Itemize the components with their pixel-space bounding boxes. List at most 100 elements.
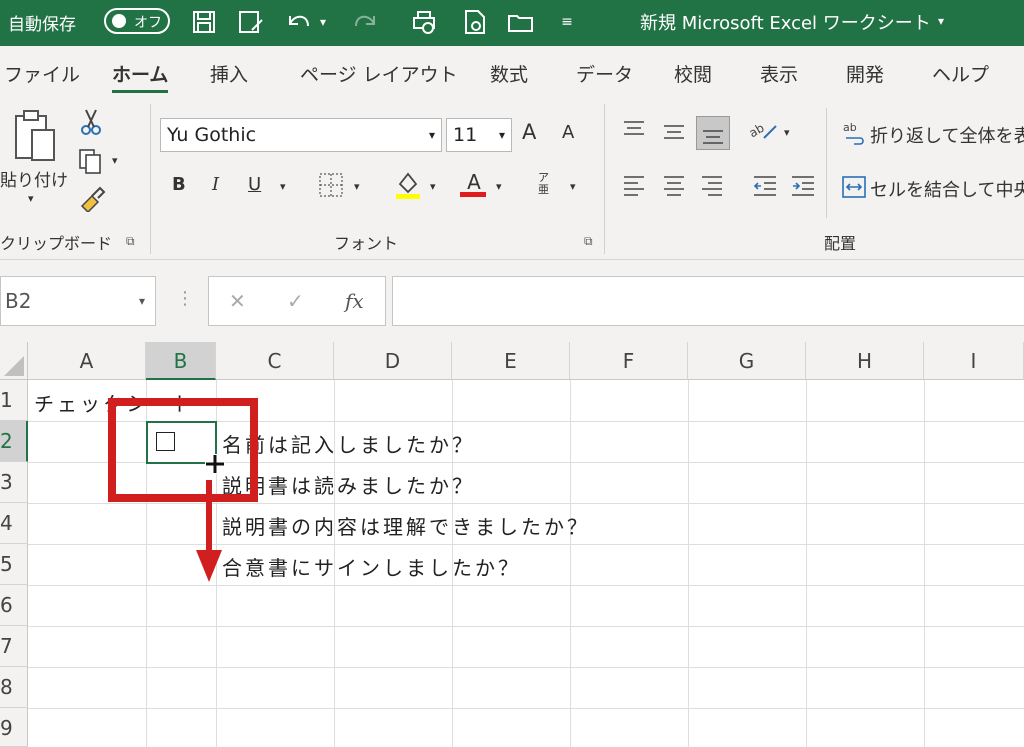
fill-color-icon[interactable] <box>394 170 422 205</box>
paste-dropdown-icon[interactable]: ▾ <box>28 192 34 205</box>
tab-review[interactable]: 校閲 <box>674 60 712 87</box>
align-bottom-icon[interactable] <box>696 116 730 150</box>
clipboard-launcher-icon[interactable]: ⧉ <box>126 234 135 249</box>
copy-dropdown-icon[interactable]: ▾ <box>112 154 118 167</box>
customize-qat-icon[interactable]: ≡ <box>556 8 578 36</box>
fill-color-dropdown-icon[interactable]: ▾ <box>430 180 436 193</box>
bold-button[interactable]: B <box>172 174 186 195</box>
gridline <box>28 626 1024 627</box>
autosave-toggle[interactable]: オフ <box>104 8 170 34</box>
font-name-dropdown-icon[interactable]: ▾ <box>429 119 435 151</box>
decrease-indent-icon[interactable] <box>752 174 778 201</box>
column-header-b[interactable]: B <box>146 342 216 380</box>
save-as-icon[interactable] <box>238 8 266 36</box>
undo-icon[interactable] <box>284 8 314 36</box>
align-middle-icon[interactable] <box>662 122 686 147</box>
row-header-8[interactable]: 8 <box>0 667 28 708</box>
tab-view[interactable]: 表示 <box>760 60 798 87</box>
merge-center-icon[interactable] <box>842 176 866 203</box>
paste-label[interactable]: 貼り付け <box>0 166 68 191</box>
clipboard-group-label: クリップボード <box>0 234 113 253</box>
undo-dropdown-icon[interactable]: ▾ <box>316 8 330 36</box>
save-icon[interactable] <box>192 8 220 36</box>
font-size-box[interactable]: 11 ▾ <box>446 118 512 152</box>
column-header-a[interactable]: A <box>28 342 146 380</box>
title-dropdown-icon[interactable]: ▾ <box>938 14 944 28</box>
name-box[interactable]: B2 ▾ <box>0 276 156 326</box>
tab-developer[interactable]: 開発 <box>846 60 884 87</box>
increase-indent-icon[interactable] <box>790 174 816 201</box>
font-size-dropdown-icon[interactable]: ▾ <box>499 119 505 151</box>
grow-font-icon[interactable]: A <box>522 120 536 144</box>
underline-button[interactable]: U <box>248 174 261 195</box>
align-top-icon[interactable] <box>622 120 646 145</box>
shrink-font-icon[interactable]: A <box>562 122 574 143</box>
gridline <box>924 380 925 747</box>
tab-formulas[interactable]: 数式 <box>490 60 528 87</box>
formula-input[interactable] <box>392 276 1024 326</box>
borders-icon[interactable] <box>318 172 344 203</box>
phonetic-guide-icon[interactable]: ア亜 <box>538 172 552 196</box>
font-size-value: 11 <box>453 124 478 146</box>
name-box-dropdown-icon[interactable]: ▾ <box>139 277 145 325</box>
orientation-dropdown-icon[interactable]: ▾ <box>784 126 790 139</box>
copy-icon[interactable] <box>78 148 104 179</box>
italic-button[interactable]: I <box>212 174 219 195</box>
column-header-e[interactable]: E <box>452 342 570 380</box>
wrap-text-label[interactable]: 折り返して全体を表 <box>870 122 1024 148</box>
cell-c2[interactable]: 名前は記入しましたか？ <box>222 429 475 458</box>
column-header-h[interactable]: H <box>806 342 924 380</box>
row-header-6[interactable]: 6 <box>0 585 28 626</box>
tab-insert[interactable]: 挿入 <box>210 60 248 87</box>
font-name-box[interactable]: Yu Gothic ▾ <box>160 118 442 152</box>
column-header-c[interactable]: C <box>216 342 334 380</box>
align-left-icon[interactable] <box>622 174 646 201</box>
autosave-state: オフ <box>134 15 162 31</box>
open-folder-icon[interactable] <box>506 8 536 36</box>
cell-c5[interactable]: 合意書にサインしましたか？ <box>222 552 521 581</box>
font-color-dropdown-icon[interactable]: ▾ <box>496 180 502 193</box>
row-header-2[interactable]: 2 <box>0 421 28 462</box>
tab-page-layout[interactable]: ページ レイアウト <box>300 60 458 87</box>
column-header-d[interactable]: D <box>334 342 452 380</box>
insert-function-icon[interactable]: fx <box>345 289 364 313</box>
quick-print-icon[interactable] <box>410 8 440 36</box>
merge-center-label[interactable]: セルを結合して中央 <box>870 176 1024 202</box>
row-header-7[interactable]: 7 <box>0 626 28 667</box>
cancel-icon[interactable]: ✕ <box>229 289 246 313</box>
row-header-1[interactable]: 1 <box>0 380 28 421</box>
gridline <box>28 544 1024 545</box>
cut-icon[interactable] <box>80 108 102 141</box>
font-launcher-icon[interactable]: ⧉ <box>584 234 593 249</box>
font-color-icon[interactable]: A <box>460 170 488 197</box>
cell-c4[interactable]: 説明書の内容は理解できましたか？ <box>222 511 590 540</box>
tab-data[interactable]: データ <box>576 60 633 87</box>
paste-icon[interactable] <box>12 108 58 171</box>
tab-home[interactable]: ホーム <box>112 60 168 87</box>
column-header-f[interactable]: F <box>570 342 688 380</box>
row-header-5[interactable]: 5 <box>0 544 28 585</box>
borders-dropdown-icon[interactable]: ▾ <box>354 180 360 193</box>
align-right-icon[interactable] <box>700 174 724 201</box>
row-header-9[interactable]: 9 <box>0 708 28 747</box>
tab-help[interactable]: ヘルプ <box>932 60 989 87</box>
svg-text:ab: ab <box>843 121 857 134</box>
formula-bar-grip-icon[interactable]: ⋮ <box>176 288 194 309</box>
row-header-4[interactable]: 4 <box>0 503 28 544</box>
underline-dropdown-icon[interactable]: ▾ <box>280 180 286 193</box>
phonetic-dropdown-icon[interactable]: ▾ <box>570 180 576 193</box>
orientation-icon[interactable]: ab <box>747 118 778 147</box>
wrap-text-icon[interactable]: ab <box>842 120 866 151</box>
format-painter-icon[interactable] <box>78 186 106 217</box>
cell-c3[interactable]: 説明書は読みましたか？ <box>222 470 475 499</box>
column-header-g[interactable]: G <box>688 342 806 380</box>
align-center-icon[interactable] <box>662 174 686 201</box>
tab-file[interactable]: ファイル <box>4 60 80 87</box>
print-preview-icon[interactable] <box>462 8 490 36</box>
gridline <box>28 708 1024 709</box>
enter-icon[interactable]: ✓ <box>287 289 304 313</box>
select-all-corner[interactable] <box>0 342 28 380</box>
row-header-3[interactable]: 3 <box>0 462 28 503</box>
title-bar: 自動保存 オフ ▾ ≡ 新規 Microsoft Excel ワークシート ▾ <box>0 0 1024 46</box>
column-header-i[interactable]: I <box>924 342 1024 380</box>
